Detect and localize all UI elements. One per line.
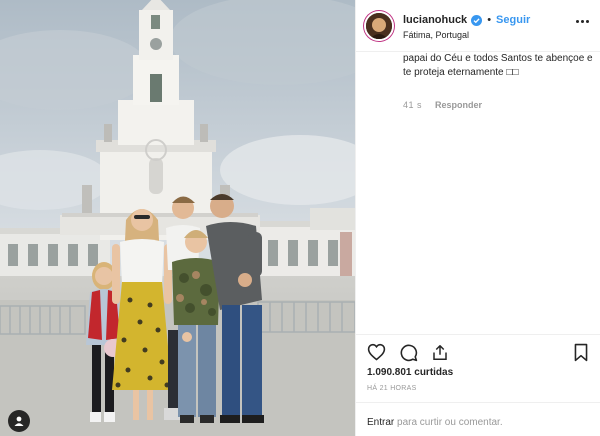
verified-badge-icon — [471, 14, 483, 26]
comment-meta: 41 s Responder — [403, 100, 482, 110]
action-icons — [366, 342, 450, 362]
post-header: lucianohuck • Seguir Fátima, Portugal — [356, 0, 600, 52]
location-link[interactable]: Fátima, Portugal — [403, 30, 469, 40]
user-tag-icon — [14, 416, 24, 426]
reply-button[interactable]: Responder — [435, 100, 482, 110]
comment-bubble-icon[interactable] — [398, 342, 418, 362]
more-options-icon[interactable] — [576, 20, 589, 23]
family-photo-image — [0, 0, 355, 436]
comments-list[interactable]: papai do Céu e todos Santos te abençoe e… — [356, 52, 600, 334]
separator-dot: • — [487, 14, 492, 26]
post-sidebar: lucianohuck • Seguir Fátima, Portugal pa… — [355, 0, 600, 436]
username-row: lucianohuck • Seguir — [403, 14, 530, 26]
login-prompt: Entrar para curtir ou comentar. — [356, 402, 600, 436]
login-text: Entrar para curtir ou comentar. — [367, 417, 503, 428]
login-rest-text: para curtir ou comentar. — [394, 417, 503, 428]
bookmark-icon[interactable] — [571, 342, 591, 362]
likes-count[interactable]: 1.090.801 curtidas — [367, 367, 453, 378]
avatar[interactable] — [364, 11, 394, 41]
comment-time[interactable]: 41 s — [403, 100, 422, 110]
comment-text: papai do Céu e todos Santos te abençoe e… — [403, 53, 593, 78]
login-link[interactable]: Entrar — [367, 417, 394, 428]
avatar-image — [366, 13, 392, 39]
username-link[interactable]: lucianohuck — [403, 14, 467, 26]
heart-icon[interactable] — [366, 342, 386, 362]
user-tag-button[interactable] — [8, 410, 30, 432]
share-icon[interactable] — [430, 342, 450, 362]
post-photo[interactable] — [0, 0, 355, 436]
follow-button[interactable]: Seguir — [496, 14, 530, 26]
post-timestamp[interactable]: HÁ 21 HORAS — [367, 385, 417, 392]
